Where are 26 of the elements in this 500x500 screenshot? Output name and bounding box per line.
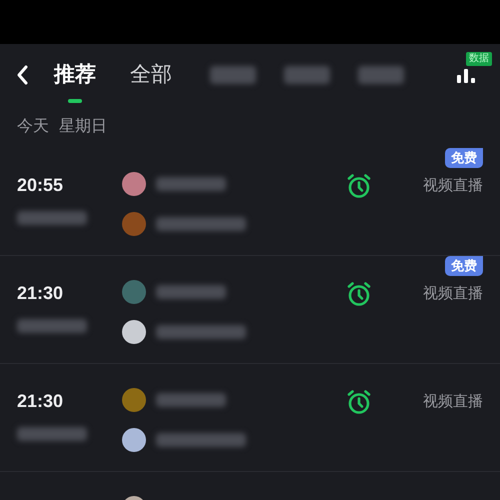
match-time: 20:55 <box>17 174 64 197</box>
match-time: 21:30 <box>17 390 64 413</box>
alarm-clock-icon[interactable] <box>345 172 373 200</box>
bar-chart-icon[interactable] <box>456 66 476 82</box>
blurred-text <box>156 393 226 407</box>
data-badge: 数据 <box>466 52 492 66</box>
broadcast-label: 视频直播 <box>423 284 483 304</box>
blurred-text <box>17 319 87 333</box>
match-row[interactable]: 免费 20:55 视频直播 <box>0 148 500 256</box>
weekday-label: 星期日 <box>59 116 107 136</box>
broadcast-label: 视频直播 <box>423 392 483 412</box>
free-badge: 免费 <box>445 256 483 276</box>
alarm-clock-icon[interactable] <box>345 280 373 308</box>
tab[interactable]: 推荐 <box>54 52 96 96</box>
blurred-text <box>17 427 87 441</box>
alarm-clock-icon[interactable] <box>345 388 373 416</box>
tab[interactable]: 全部 <box>130 52 172 96</box>
match-time: 21:30 <box>17 282 64 305</box>
blurred-text <box>156 285 226 299</box>
free-badge: 免费 <box>445 148 483 168</box>
date-label: 今天 <box>17 116 49 136</box>
broadcast-label: 视频直播 <box>423 176 483 196</box>
blurred-text <box>156 177 226 191</box>
tab-indicator <box>68 98 82 102</box>
blurred-text <box>17 211 87 225</box>
match-row[interactable]: 免费 21:30 视频直播 <box>0 256 500 364</box>
